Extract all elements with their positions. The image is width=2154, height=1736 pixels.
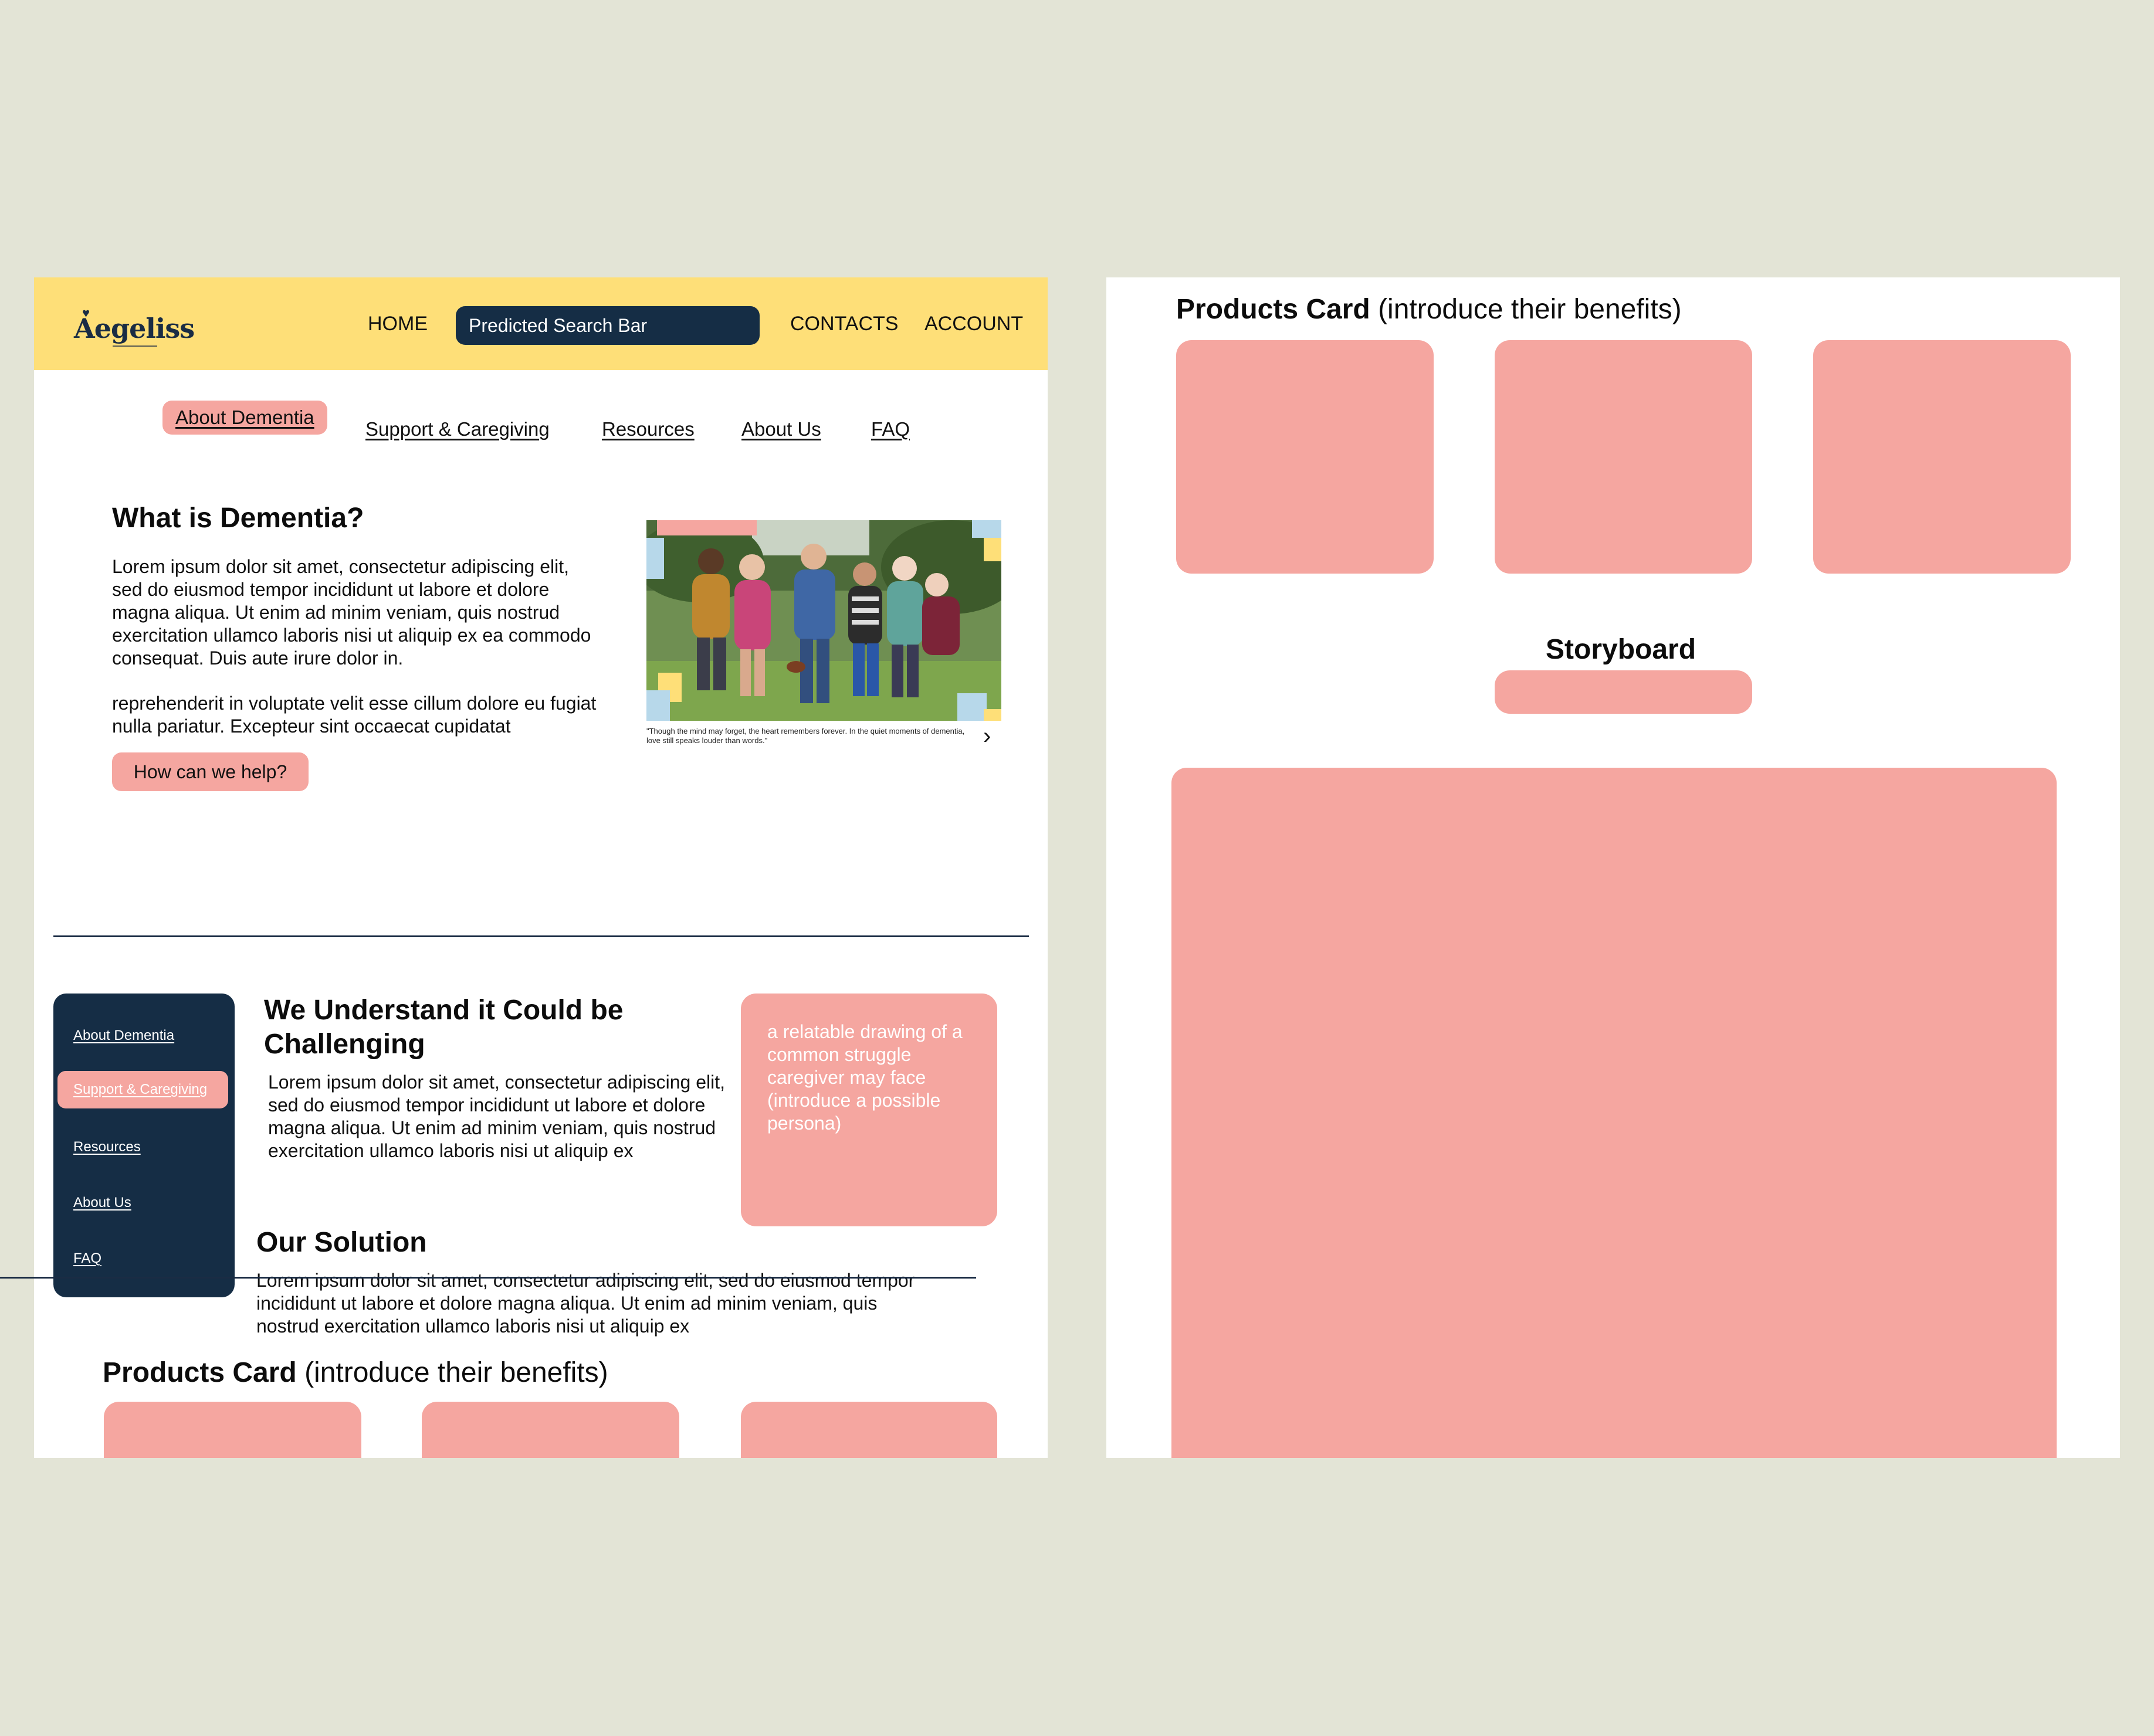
- photo-caption: "Though the mind may forget, the heart r…: [646, 727, 965, 745]
- sidenav-resources[interactable]: Resources: [73, 1139, 141, 1155]
- product-card[interactable]: [422, 1402, 679, 1458]
- product-card[interactable]: [741, 1402, 997, 1458]
- product-card[interactable]: [104, 1402, 361, 1458]
- hero-paragraph-1: Lorem ipsum dolor sit amet, consectetur …: [112, 556, 591, 669]
- hero-title: What is Dementia?: [112, 503, 364, 534]
- persona-illustration-card: a relatable drawing of a common struggle…: [741, 994, 997, 1226]
- site-header: ♥ Aegeliss HOME Predicted Search Bar CON…: [34, 277, 1048, 370]
- solution-title: Our Solution: [256, 1227, 427, 1258]
- products-title-rest: (introduce their benefits): [1370, 294, 1682, 325]
- product-card[interactable]: [1495, 340, 1752, 574]
- homepage-frame: ♥ Aegeliss HOME Predicted Search Bar CON…: [34, 277, 1048, 1458]
- sidenav-faq[interactable]: FAQ: [73, 1250, 101, 1267]
- how-can-we-help-button[interactable]: How can we help?: [112, 752, 309, 791]
- subnav-support-caregiving[interactable]: Support & Caregiving: [365, 418, 550, 440]
- logo-text: Aegeliss: [74, 313, 195, 344]
- search-input[interactable]: Predicted Search Bar: [456, 306, 760, 345]
- products-title-rest: (introduce their benefits): [296, 1357, 608, 1388]
- sidenav-about-us[interactable]: About Us: [73, 1195, 131, 1211]
- sidenav-about-dementia[interactable]: About Dementia: [73, 1028, 174, 1044]
- product-card[interactable]: [1176, 340, 1434, 574]
- products-section-title: Products Card (introduce their benefits): [103, 1357, 608, 1389]
- products-section-title: Products Card (introduce their benefits): [1176, 293, 1682, 326]
- chevron-right-icon[interactable]: ›: [983, 724, 991, 748]
- nav-contacts-link[interactable]: CONTACTS: [790, 313, 898, 335]
- subnav-about-us[interactable]: About Us: [741, 418, 821, 440]
- hero-photo: [646, 520, 1001, 721]
- nav-home-link[interactable]: HOME: [368, 313, 428, 335]
- hero-paragraph-2: reprehenderit in voluptate velit esse ci…: [112, 693, 597, 737]
- challenge-title: We Understand it Could be Challenging: [264, 995, 624, 1060]
- storyboard-title: Storyboard: [1546, 634, 1696, 665]
- challenge-paragraph: Lorem ipsum dolor sit amet, consectetur …: [268, 1072, 726, 1161]
- subnav-faq[interactable]: FAQ: [871, 418, 910, 440]
- products-title-bold: Products Card: [103, 1357, 297, 1388]
- solution-paragraph: Lorem ipsum dolor sit amet, consectetur …: [256, 1270, 915, 1337]
- logo[interactable]: ♥ Aegeliss: [74, 306, 195, 347]
- subnav-resources[interactable]: Resources: [602, 418, 695, 440]
- storyboard-panel: [1171, 768, 2057, 1458]
- continuation-frame: Products Card (introduce their benefits)…: [1106, 277, 2120, 1458]
- storyboard-tab-pill[interactable]: [1495, 670, 1752, 714]
- product-card[interactable]: [1813, 340, 2071, 574]
- subnav-about-dementia[interactable]: About Dementia: [162, 401, 327, 435]
- side-navigation: About Dementia Support & Caregiving Reso…: [53, 994, 235, 1297]
- section-divider: [53, 935, 1029, 937]
- sidenav-support-caregiving[interactable]: Support & Caregiving: [57, 1071, 228, 1108]
- logo-tagline-mark: [113, 345, 157, 347]
- stray-guide-line: [0, 1277, 976, 1279]
- persona-card-text: a relatable drawing of a common struggle…: [767, 1021, 963, 1134]
- products-title-bold: Products Card: [1176, 294, 1370, 325]
- nav-account-link[interactable]: ACCOUNT: [924, 313, 1023, 335]
